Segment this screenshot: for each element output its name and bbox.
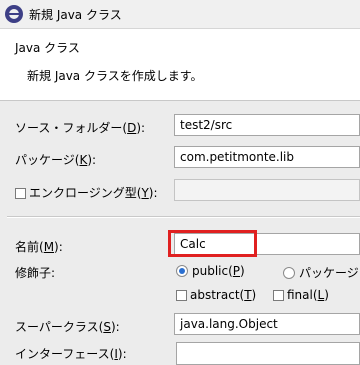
wizard-title: Java クラス: [15, 41, 80, 55]
final-checkbox[interactable]: final(L): [273, 288, 329, 302]
radio-icon: [283, 267, 295, 279]
eclipse-icon: [5, 5, 23, 23]
superclass-label: スーパークラス(S):: [15, 320, 120, 334]
source-folder-input[interactable]: test2/src: [174, 114, 360, 136]
name-label: 名前(M):: [15, 240, 63, 254]
window-title: 新規 Java クラス: [29, 7, 122, 22]
checkbox-icon: [273, 290, 284, 301]
title-bar: 新規 Java クラス: [0, 0, 360, 29]
wizard-header: Java クラス 新規 Java クラスを作成します。: [0, 29, 360, 101]
interfaces-label: インターフェース(I):: [15, 347, 127, 361]
package-input[interactable]: com.petitmonte.lib: [174, 146, 360, 168]
package-radio[interactable]: パッケージ: [283, 264, 359, 281]
modifiers-label: 修飾子:: [15, 266, 56, 280]
source-folder-label: ソース・フォルダー(D):: [15, 121, 146, 135]
abstract-checkbox[interactable]: abstract(T): [176, 288, 256, 302]
superclass-input[interactable]: java.lang.Object: [174, 313, 360, 335]
checkbox-icon: [176, 290, 187, 301]
package-label: パッケージ(K):: [15, 153, 97, 167]
interfaces-list[interactable]: [176, 342, 360, 365]
enclosing-type-input[interactable]: [174, 179, 360, 201]
checkbox-icon: [15, 188, 26, 199]
separator: [7, 216, 360, 218]
public-radio[interactable]: public(P): [176, 264, 245, 278]
wizard-description: 新規 Java クラスを作成します。: [27, 69, 203, 83]
radio-selected-icon: [176, 265, 188, 277]
name-input[interactable]: Calc: [174, 233, 360, 255]
enclosing-type-checkbox[interactable]: エンクロージング型(Y):: [15, 184, 158, 201]
